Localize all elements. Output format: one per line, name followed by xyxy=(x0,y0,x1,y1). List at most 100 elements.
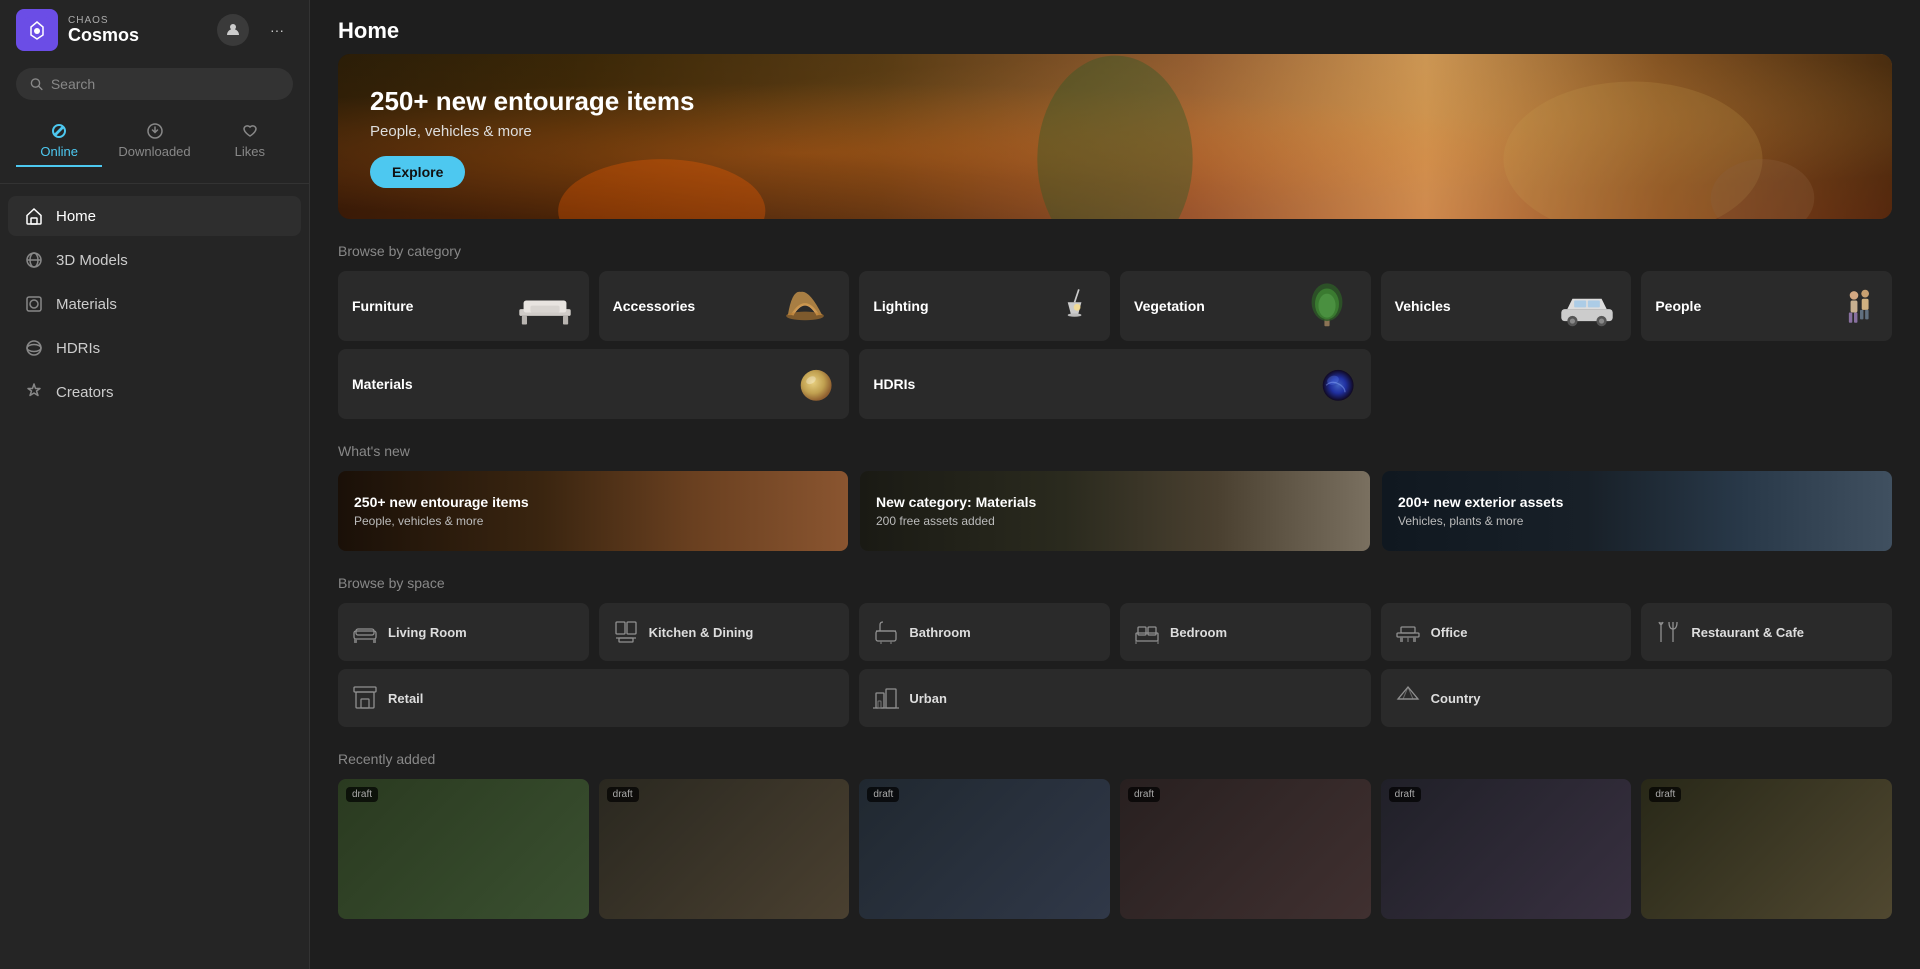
category-furniture[interactable]: Furniture xyxy=(338,271,589,341)
news-title-2: 200+ new exterior assets xyxy=(1398,494,1563,510)
news-card-0[interactable]: 250+ new entourage items People, vehicle… xyxy=(338,471,848,551)
news-title-0: 250+ new entourage items xyxy=(354,494,529,510)
3d-models-label: 3D Models xyxy=(56,252,128,269)
space-living-room[interactable]: Living Room xyxy=(338,603,589,661)
category-accessories[interactable]: Accessories xyxy=(599,271,850,341)
recent-card-1[interactable]: draft xyxy=(599,779,850,919)
space-office[interactable]: Office xyxy=(1381,603,1632,661)
hero-content: 250+ new entourage items People, vehicle… xyxy=(338,62,726,212)
living-room-icon xyxy=(352,619,378,645)
category-hdris[interactable]: HDRIs xyxy=(859,349,1370,419)
user-icon-button[interactable] xyxy=(217,14,249,46)
creators-label: Creators xyxy=(56,384,114,401)
tab-likes[interactable]: Likes xyxy=(207,116,293,167)
draft-badge-5: draft xyxy=(1649,787,1681,802)
cat-name-vegetation: Vegetation xyxy=(1134,298,1205,314)
news-card-2[interactable]: 200+ new exterior assets Vehicles, plant… xyxy=(1382,471,1892,551)
space-kitchen-dining[interactable]: Kitchen & Dining xyxy=(599,603,850,661)
logo-area: chaos Cosmos xyxy=(16,9,139,51)
space-grid-row2: Retail Urban Country xyxy=(310,669,1920,751)
downloaded-icon xyxy=(146,122,164,140)
space-bathroom[interactable]: Bathroom xyxy=(859,603,1110,661)
cat-name-vehicles: Vehicles xyxy=(1395,298,1451,314)
search-input[interactable] xyxy=(51,76,279,92)
vegetation-thumbnail xyxy=(1297,284,1357,329)
page-title: Home xyxy=(310,0,1920,54)
office-icon xyxy=(1395,619,1421,645)
space-retail[interactable]: Retail xyxy=(338,669,849,727)
ellipsis-icon: ··· xyxy=(270,22,284,38)
urban-icon xyxy=(873,685,899,711)
recent-card-3[interactable]: draft xyxy=(1120,779,1371,919)
browse-by-space-label: Browse by space xyxy=(310,575,1920,603)
news-card-content-2: 200+ new exterior assets Vehicles, plant… xyxy=(1382,480,1579,542)
bedroom-icon xyxy=(1134,619,1160,645)
space-urban[interactable]: Urban xyxy=(859,669,1370,727)
logo-cosmos-label: Cosmos xyxy=(68,26,139,46)
likes-icon xyxy=(241,122,259,140)
sidebar: chaos Cosmos ··· xyxy=(0,0,310,969)
recent-card-4[interactable]: draft xyxy=(1381,779,1632,919)
3d-models-icon xyxy=(24,250,44,270)
search-bar[interactable] xyxy=(16,68,293,100)
space-name-bathroom: Bathroom xyxy=(909,625,970,640)
hero-title: 250+ new entourage items xyxy=(370,86,694,117)
explore-button[interactable]: Explore xyxy=(370,156,465,188)
recently-added-label: Recently added xyxy=(310,751,1920,779)
space-name-retail: Retail xyxy=(388,691,423,706)
category-materials[interactable]: Materials xyxy=(338,349,849,419)
space-name-restaurant-cafe: Restaurant & Cafe xyxy=(1691,625,1804,640)
home-label: Home xyxy=(56,208,96,225)
whats-new-grid: 250+ new entourage items People, vehicle… xyxy=(310,471,1920,575)
materials-icon xyxy=(24,294,44,314)
sidebar-item-materials[interactable]: Materials xyxy=(8,284,301,324)
logo-chaos-label: chaos xyxy=(68,15,139,26)
space-restaurant-cafe[interactable]: Restaurant & Cafe xyxy=(1641,603,1892,661)
retail-icon xyxy=(352,685,378,711)
category-lighting[interactable]: Lighting xyxy=(859,271,1110,341)
space-name-urban: Urban xyxy=(909,691,947,706)
draft-badge-1: draft xyxy=(607,787,639,802)
space-grid-row1: Living Room Kitchen & Dining Bathroom xyxy=(310,603,1920,669)
likes-tab-label: Likes xyxy=(235,144,265,159)
category-vegetation[interactable]: Vegetation xyxy=(1120,271,1371,341)
news-card-content-1: New category: Materials 200 free assets … xyxy=(860,480,1052,542)
divider xyxy=(0,183,309,184)
space-country[interactable]: Country xyxy=(1381,669,1892,727)
category-vehicles[interactable]: Vehicles xyxy=(1381,271,1632,341)
cat-name-furniture: Furniture xyxy=(352,298,413,314)
hero-banner[interactable]: 250+ new entourage items People, vehicle… xyxy=(338,54,1892,219)
recent-card-5[interactable]: draft xyxy=(1641,779,1892,919)
tab-online[interactable]: Online xyxy=(16,116,102,167)
sidebar-item-hdris[interactable]: HDRIs xyxy=(8,328,301,368)
news-title-1: New category: Materials xyxy=(876,494,1036,510)
online-tab-label: Online xyxy=(40,144,78,159)
recent-card-0[interactable]: draft xyxy=(338,779,589,919)
home-icon xyxy=(24,206,44,226)
country-icon xyxy=(1395,685,1421,711)
cat-name-people: People xyxy=(1655,298,1701,314)
recently-added-grid: draft draft draft draft draft draft xyxy=(310,779,1920,943)
cat-name-accessories: Accessories xyxy=(613,298,696,314)
draft-badge-2: draft xyxy=(867,787,899,802)
sidebar-item-creators[interactable]: Creators xyxy=(8,372,301,412)
space-name-living-room: Living Room xyxy=(388,625,467,640)
bathroom-icon xyxy=(873,619,899,645)
category-people[interactable]: People xyxy=(1641,271,1892,341)
hero-subtitle: People, vehicles & more xyxy=(370,123,694,140)
draft-badge-3: draft xyxy=(1128,787,1160,802)
whats-new-label: What's new xyxy=(310,443,1920,471)
tabs-row: Online Downloaded Likes xyxy=(0,116,309,167)
sidebar-item-home[interactable]: Home xyxy=(8,196,301,236)
sidebar-item-3d-models[interactable]: 3D Models xyxy=(8,240,301,280)
tab-downloaded[interactable]: Downloaded xyxy=(102,116,206,167)
news-card-1[interactable]: New category: Materials 200 free assets … xyxy=(860,471,1370,551)
space-name-kitchen-dining: Kitchen & Dining xyxy=(649,625,754,640)
materials-thumbnail xyxy=(775,362,835,407)
furniture-thumbnail xyxy=(515,284,575,329)
space-bedroom[interactable]: Bedroom xyxy=(1120,603,1371,661)
cat-name-lighting: Lighting xyxy=(873,298,928,314)
more-options-button[interactable]: ··· xyxy=(261,14,293,46)
creators-icon xyxy=(24,382,44,402)
recent-card-2[interactable]: draft xyxy=(859,779,1110,919)
